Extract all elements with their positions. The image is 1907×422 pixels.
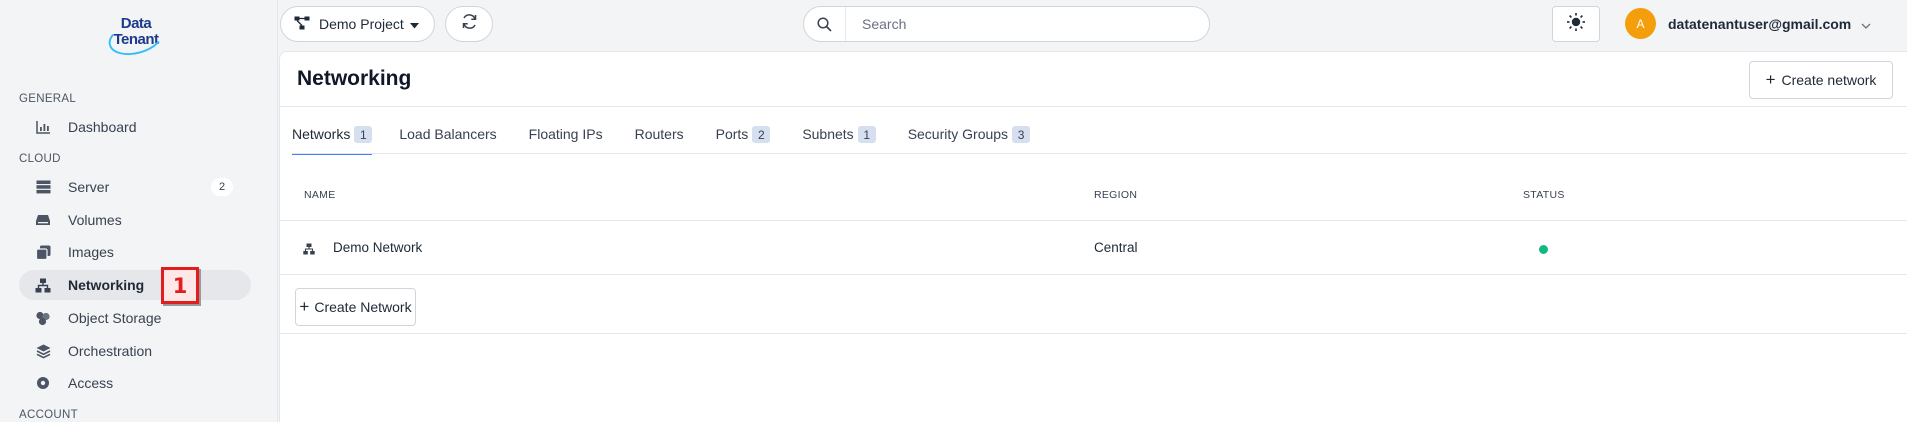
tab-floating-ips[interactable]: Floating IPs [529,124,603,154]
search-input[interactable] [846,16,1186,32]
plus-icon: + [299,297,310,316]
sidebar-item-networking[interactable]: Networking [19,270,251,300]
tab-label: Floating IPs [528,126,603,142]
header-divider [280,106,1907,107]
chevron-down-icon[interactable] [1861,17,1871,35]
row-divider [280,274,1907,275]
main-panel: Networking + Create network Networks 1 L… [279,51,1907,422]
column-header-status[interactable]: STATUS [1523,189,1565,201]
create-network-header-button[interactable]: + Create network [1749,61,1893,99]
server-count-badge: 2 [211,178,233,196]
tab-security-groups[interactable]: Security Groups 3 [907,124,1031,154]
network-row-icon [303,242,315,260]
server-icon [34,178,52,196]
tab-ports[interactable]: Ports 2 [716,124,771,154]
tabs-divider [292,153,1907,154]
tab-bar: Networks 1 Load Balancers Floating IPs R… [292,124,1031,155]
sidebar-item-label: Orchestration [68,343,153,359]
sidebar-item-object-storage[interactable]: Object Storage [19,303,251,333]
sidebar-item-orchestration[interactable]: Orchestration [19,336,251,366]
annotation-marker-1: 1 [161,267,199,304]
tab-label: Load Balancers [399,126,497,142]
section-label-general: GENERAL [19,93,77,105]
tab-label: Networks [292,126,351,142]
search-bar[interactable] [803,6,1210,42]
sun-icon [1566,12,1586,37]
images-icon [34,243,52,261]
section-label-account: ACCOUNT [19,409,78,421]
refresh-icon [461,13,478,35]
page-title: Networking [297,67,412,90]
tab-routers[interactable]: Routers [635,124,684,154]
column-header-name[interactable]: NAME [304,189,336,201]
avatar[interactable]: A [1625,8,1656,39]
sidebar-item-dashboard[interactable]: Dashboard [19,112,251,142]
create-network-header-label: Create network [1781,72,1877,88]
tab-count-badge: 3 [1012,126,1031,143]
caret-down-icon [409,16,419,32]
logo[interactable]: Data Tenant [104,15,168,61]
chart-icon [34,118,52,136]
tab-count-badge: 2 [752,126,771,143]
tab-label: Ports [715,126,749,142]
storage-icon [34,309,52,327]
status-indicator [1539,245,1548,254]
tab-subnets[interactable]: Subnets 1 [802,124,876,154]
project-selector[interactable]: Demo Project [280,6,435,42]
tab-count-badge: 1 [857,126,876,143]
column-header-region[interactable]: REGION [1094,189,1137,201]
sidebar-item-images[interactable]: Images [19,237,251,267]
tab-load-balancers[interactable]: Load Balancers [399,124,496,154]
sidebar-item-access[interactable]: Access [19,368,251,398]
tab-label: Security Groups [907,126,1009,142]
project-tree-icon [294,16,310,33]
tab-networks[interactable]: Networks 1 [292,124,373,155]
sidebar-item-label: Volumes [68,212,122,228]
network-icon [34,276,52,294]
theme-toggle-button[interactable] [1552,6,1600,42]
tab-count-badge: 1 [354,126,373,143]
project-name: Demo Project [319,16,404,32]
sidebar-item-label: Dashboard [68,119,137,135]
section-divider [280,333,1907,334]
access-icon [34,374,52,392]
network-region: Central [1094,240,1138,255]
sidebar-item-volumes[interactable]: Volumes [19,205,251,235]
sidebar-item-label: Access [68,375,114,391]
tab-label: Subnets [802,126,854,142]
user-email[interactable]: datatenantuser@gmail.com [1668,16,1851,32]
sidebar-item-label: Images [68,244,114,260]
layers-icon [34,342,52,360]
sidebar-item-label: Networking [68,277,145,293]
sidebar: Data Tenant GENERAL Dashboard CLOUD Serv… [0,0,278,422]
sidebar-item-label: Object Storage [68,310,162,326]
refresh-button[interactable] [445,6,493,42]
search-icon [804,7,846,41]
plus-icon: + [1765,70,1776,89]
sidebar-item-label: Server [68,179,110,195]
create-network-button[interactable]: + Create Network [295,288,416,326]
create-network-label: Create Network [314,299,412,315]
section-label-cloud: CLOUD [19,153,61,165]
tab-label: Routers [634,126,684,142]
drive-icon [34,211,52,229]
row-divider [280,220,1907,221]
network-name-link[interactable]: Demo Network [333,240,422,255]
